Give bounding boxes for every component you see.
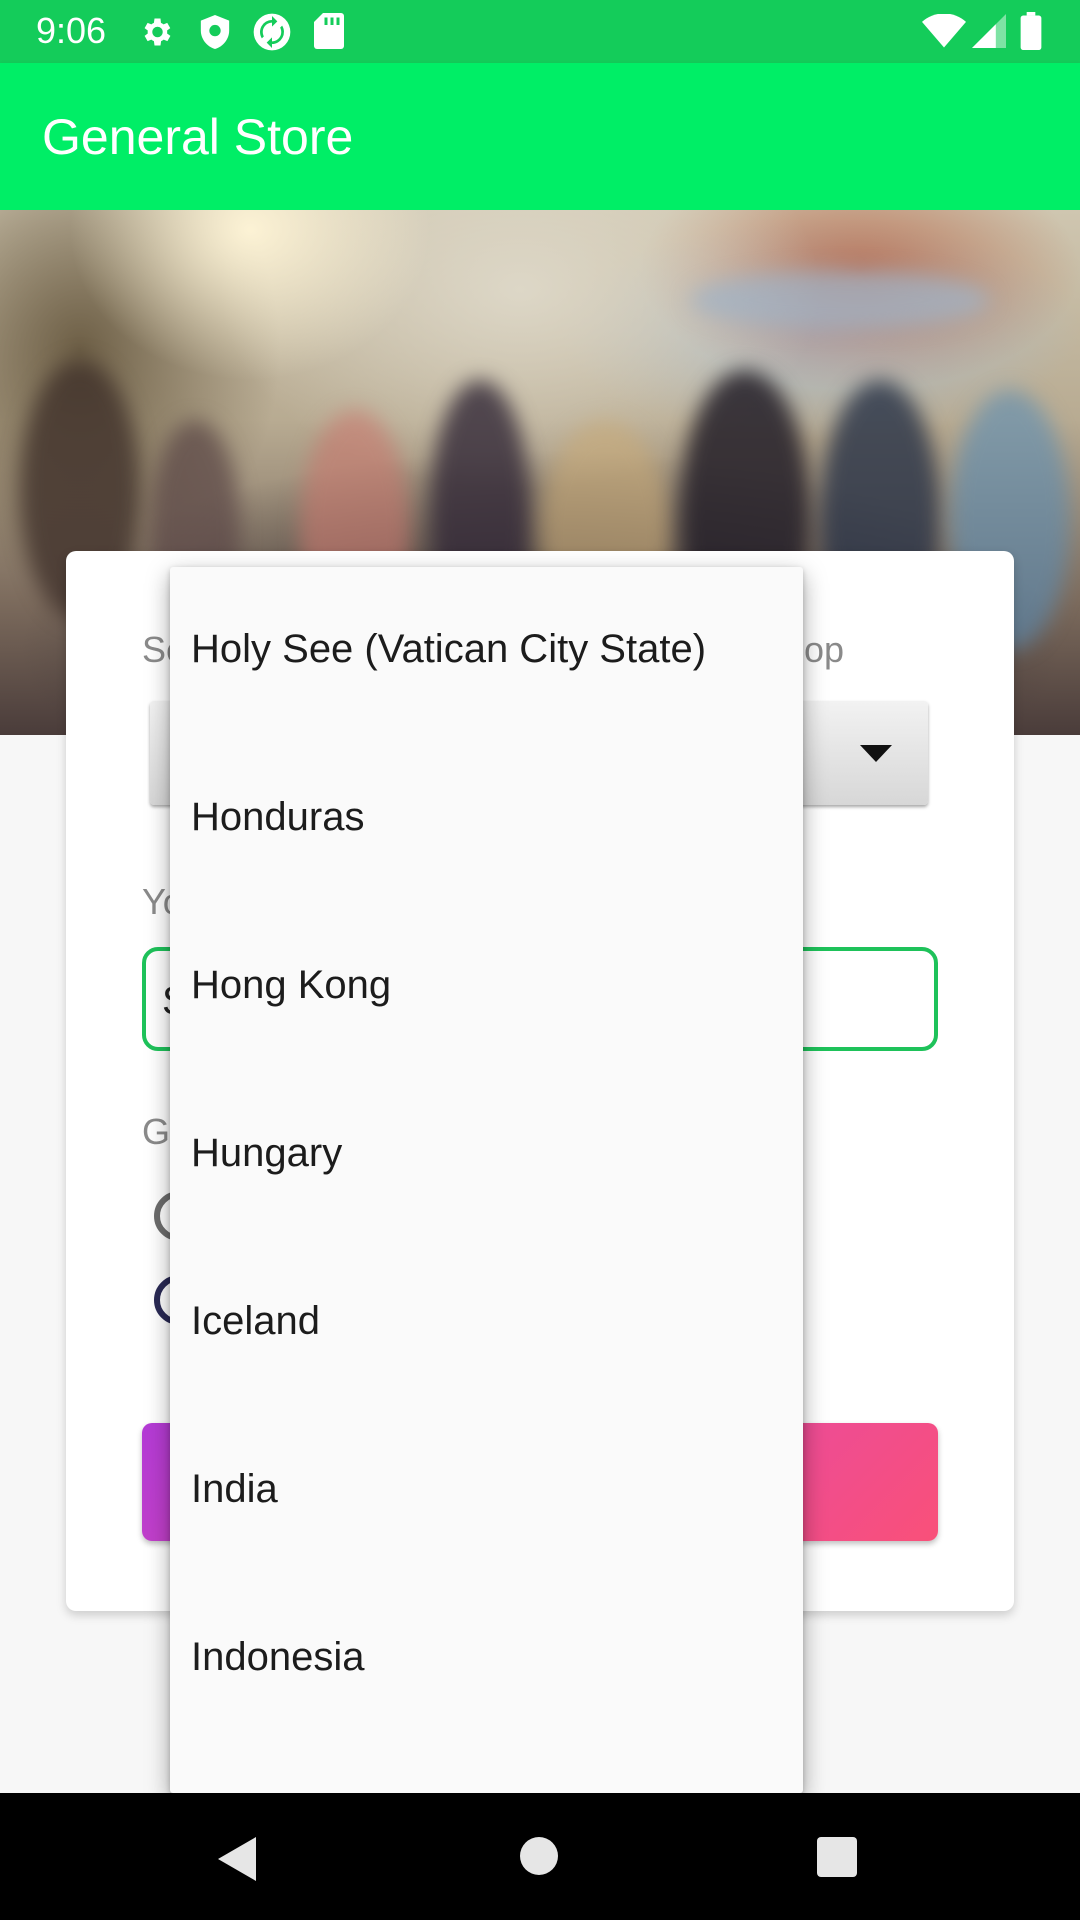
sync-icon	[253, 13, 291, 51]
dropdown-arrow-icon	[860, 745, 892, 762]
dropdown-item[interactable]: India	[170, 1407, 803, 1575]
recents-icon[interactable]	[817, 1837, 857, 1877]
dropdown-item-label: India	[191, 1467, 278, 1511]
dropdown-item[interactable]: Holy See (Vatican City State)	[170, 567, 803, 735]
dropdown-item[interactable]: Indonesia	[170, 1575, 803, 1743]
dropdown-item-label: Hungary	[191, 1131, 343, 1175]
dropdown-item[interactable]: Hungary	[170, 1071, 803, 1239]
status-bar: 9:06	[0, 0, 1080, 63]
screen: 9:06 General Store Se op Yo Ge Holy See …	[0, 0, 1080, 1920]
sd-card-icon	[314, 13, 344, 49]
dropdown-item-label: Honduras	[191, 795, 365, 839]
battery-icon	[1020, 12, 1042, 50]
country-dropdown-list: Holy See (Vatican City State) Honduras H…	[170, 567, 803, 1793]
back-icon[interactable]	[218, 1837, 256, 1881]
app-bar: General Store	[0, 63, 1080, 210]
status-time: 9:06	[36, 10, 107, 51]
dropdown-item[interactable]: Iceland	[170, 1239, 803, 1407]
dropdown-item[interactable]: Honduras	[170, 735, 803, 903]
shield-icon	[200, 15, 230, 49]
awning	[690, 270, 990, 330]
dropdown-item-label: Iceland	[191, 1299, 320, 1343]
app-title: General Store	[42, 109, 354, 165]
settings-icon	[144, 18, 171, 46]
wifi-icon	[922, 14, 966, 48]
dropdown-item[interactable]: Hong Kong	[170, 903, 803, 1071]
country-label-tail: op	[804, 629, 844, 671]
dropdown-item-label: Holy See (Vatican City State)	[191, 627, 707, 671]
dropdown-item-label: Indonesia	[191, 1635, 365, 1679]
dropdown-item-label: Hong Kong	[191, 963, 392, 1007]
home-icon[interactable]	[520, 1837, 558, 1875]
navigation-bar	[0, 1793, 1080, 1920]
signal-icon	[972, 14, 1006, 48]
country-label-right: op	[804, 629, 845, 670]
